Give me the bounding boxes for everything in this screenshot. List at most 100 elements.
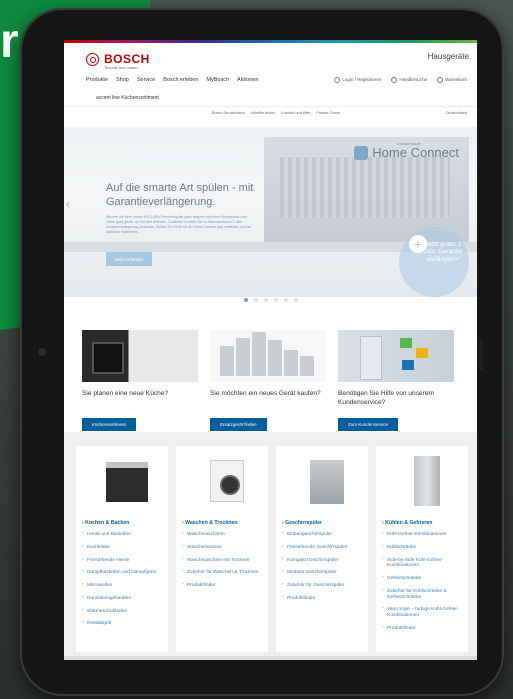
promo-card: Sie planen eine neue Küche? Küchensortim… — [82, 330, 198, 431]
carousel-prev-icon[interactable]: ‹ — [66, 197, 70, 211]
category-link[interactable]: Produktfinder — [282, 595, 362, 602]
carousel-dot[interactable] — [283, 298, 288, 302]
service-image — [338, 330, 454, 382]
category-title[interactable]: Kochen & Backen — [82, 520, 162, 526]
category-title[interactable]: Waschen & Trocknen — [182, 520, 262, 526]
kuechensortiment-button[interactable]: Küchensortiment — [82, 418, 136, 431]
promo-text: Sie planen eine neue Küche? — [82, 390, 169, 397]
home-connect-badge: Home Connect — [354, 145, 459, 160]
fridge-image — [382, 452, 462, 514]
subnav-haendler-finden[interactable]: Händler finden — [251, 111, 276, 115]
category-link[interactable]: Waschmaschine mit Trockner — [182, 557, 262, 564]
nav-item-shop[interactable]: Shop — [116, 77, 129, 83]
sub-nav: Bosch Deutschland Händler finden Kontakt… — [64, 107, 477, 119]
dealer-search-link[interactable]: Händlersuche — [391, 77, 427, 83]
nav-item-service[interactable]: Service — [137, 77, 155, 83]
category-link[interactable]: Dampfbackofen und Dampfgarer — [82, 569, 162, 576]
category-link[interactable]: Zubehör für Waschen & Trocknen — [182, 569, 262, 576]
category-link[interactable]: Modular Geschirrspüler — [282, 569, 362, 576]
appliances-image — [210, 330, 326, 382]
category-link[interactable]: Wärmeschubladen — [82, 608, 162, 615]
hero-body: Steuern Sie Ihren neuen EXCLUSIV Geschir… — [106, 215, 252, 235]
category-link[interactable]: Freistehende Herde — [82, 557, 162, 564]
login-link[interactable]: Login / Registrieren — [334, 77, 381, 83]
cart-icon — [437, 77, 444, 83]
nav-item-produkte[interactable]: Produkte — [86, 77, 108, 83]
category-link[interactable]: Produktfinder — [182, 582, 262, 589]
nav-item-accent-line[interactable]: accent line Küchensortiment — [96, 95, 159, 101]
promo-card: Sie möchten ein neues Gerät kaufen? Ersa… — [210, 330, 326, 431]
category-link[interactable]: Gefrierschränke — [382, 575, 462, 582]
dishwasher-product-image — [282, 452, 362, 514]
category-link[interactable]: Produktfinder — [382, 625, 462, 632]
oven-image — [82, 452, 162, 514]
category-section: Kochen & Backen Herde und Backöfen Kochf… — [64, 432, 477, 658]
bosch-logo-icon — [86, 52, 99, 66]
carousel-dot[interactable] — [293, 298, 298, 302]
main-nav: Produkte Shop Service Bosch erleben MyBo… — [64, 73, 477, 107]
category-card: Waschen & Trocknen Waschmaschinen Wäsche… — [176, 446, 268, 652]
carousel-dot[interactable] — [263, 298, 268, 302]
category-link[interactable]: Kompakt Geschirrspüler — [282, 557, 362, 564]
category-link[interactable]: Dunstabzugshauben — [82, 595, 162, 602]
home-connect-label: Home Connect — [372, 145, 459, 160]
background-partial-text: r — [0, 15, 19, 68]
carousel-dot[interactable] — [273, 298, 278, 302]
category-card: Kochen & Backen Herde und Backöfen Kochf… — [76, 446, 168, 652]
promo-text: Sie möchten ein neues Gerät kaufen? — [210, 390, 321, 397]
hero-title: Auf die smarte Art spülen - mit Garantie… — [106, 182, 254, 208]
category-link[interactable]: Zubehör für Geschirrspüler — [282, 582, 362, 589]
category-link[interactable]: Kochfelder — [82, 544, 162, 551]
category-card: Kühlen & Gefrieren Kühl-Gefrier-Kombinat… — [376, 446, 468, 652]
category-link[interactable]: Kühlschränke — [382, 544, 462, 551]
category-link[interactable]: Waschmaschinen — [182, 531, 262, 538]
location-pin-icon — [391, 77, 398, 83]
kundenservice-button[interactable]: Zum Kundenservice — [338, 418, 399, 431]
hero-banner: CONNECTED BY Home Connect ‹ Auf die smar… — [64, 127, 477, 297]
category-link[interactable]: Side-by-Side Kühl-Gefrier-Kombinationen — [382, 557, 462, 570]
category-card: Geschirrspüler Einbaugeschirrspüler Frei… — [276, 446, 368, 652]
category-link[interactable]: Zubehör für Kühlschränke & Gefrierschrän… — [382, 588, 462, 601]
screen-bottom-bar — [64, 656, 477, 660]
category-link[interactable]: Einbaugeschirrspüler — [282, 531, 362, 538]
bosch-logo[interactable]: BOSCH — [86, 52, 150, 66]
user-icon — [334, 77, 341, 83]
country-selector[interactable]: Deutschland — [446, 111, 467, 115]
carousel-dot[interactable] — [243, 298, 248, 302]
subnav-kontakt[interactable]: Kontakt und Hilfe — [281, 111, 310, 115]
warranty-bubble[interactable]: + Jetzt gratis 1 Jahr Garantie verlänger… — [399, 227, 469, 297]
category-link[interactable]: Kühl-Gefrier-Kombinationen — [382, 531, 462, 538]
side-button — [479, 340, 483, 370]
subnav-presse[interactable]: Presse Center — [316, 111, 340, 115]
mehr-erfahren-button[interactable]: Mehr erfahren — [106, 252, 152, 266]
home-connect-icon — [354, 145, 369, 160]
ersatzgeraet-button[interactable]: Ersatzgerät finden — [210, 418, 267, 431]
promo-cards: Sie planen eine neue Küche? Küchensortim… — [82, 330, 462, 431]
washing-machine-image — [182, 452, 262, 514]
nav-item-aktionen[interactable]: Aktionen — [237, 77, 258, 83]
category-link[interactable]: Herde und Backöfen — [82, 531, 162, 538]
subnav-bosch-deutschland[interactable]: Bosch Deutschland — [212, 111, 245, 115]
nav-item-mybosch[interactable]: MyBosch — [206, 77, 229, 83]
warranty-bubble-text: Jetzt gratis 1 Jahr Garantie verlängern* — [423, 241, 463, 263]
promo-text: Benötigen Sie Hilfe von unserem Kundense… — [338, 390, 435, 406]
site-header: BOSCH Technik fürs Leben Hausgeräte — [64, 43, 477, 73]
category-title[interactable]: Kühlen & Gefrieren — [382, 520, 462, 526]
category-link[interactable]: Kontaktgrill — [82, 620, 162, 627]
tablet-screen: BOSCH Technik fürs Leben Hausgeräte Prod… — [64, 40, 477, 658]
cart-link[interactable]: Warenkorb — [437, 77, 467, 83]
camera-icon — [38, 348, 46, 356]
category-link[interactable]: Vario Style – farbige Kühl-Gefrier-Kombi… — [382, 606, 462, 619]
section-title: Hausgeräte — [427, 52, 469, 61]
tagline: Technik fürs Leben — [104, 65, 138, 70]
promo-card: Benötigen Sie Hilfe von unserem Kundense… — [338, 330, 454, 431]
nav-item-bosch-erleben[interactable]: Bosch erleben — [163, 77, 198, 83]
carousel-dots — [64, 298, 477, 302]
carousel-dot[interactable] — [253, 298, 258, 302]
kitchen-image — [82, 330, 198, 382]
category-link[interactable]: Freistehende Geschirrspüler — [282, 544, 362, 551]
category-link[interactable]: Mikrowellen — [82, 582, 162, 589]
category-title[interactable]: Geschirrspüler — [282, 520, 362, 526]
category-link[interactable]: Wäschetrockner — [182, 544, 262, 551]
brand-name: BOSCH — [104, 52, 150, 66]
